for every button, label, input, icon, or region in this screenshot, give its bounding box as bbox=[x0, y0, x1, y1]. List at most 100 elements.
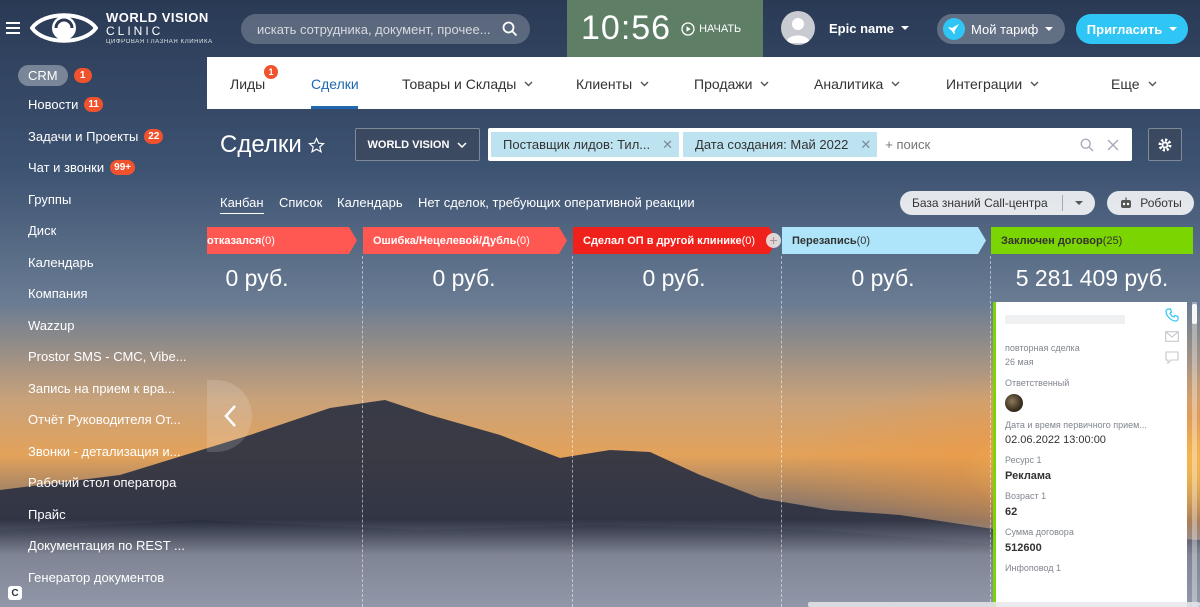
column-divider bbox=[781, 256, 782, 607]
clear-icon[interactable] bbox=[1106, 138, 1120, 152]
my-tariff-button[interactable]: Мой тариф bbox=[937, 14, 1065, 44]
sidebar-item[interactable]: Диск bbox=[28, 223, 56, 238]
eye-logo-icon bbox=[30, 13, 98, 43]
leads-counter-badge: 1 bbox=[264, 65, 278, 79]
stage-title: Ошибка/Нецелевой/Дубль bbox=[373, 234, 517, 247]
stage-header[interactable]: Заключен договор (25) bbox=[1001, 227, 1189, 254]
stage-header[interactable]: Перезапись (0) bbox=[792, 227, 980, 254]
filter-bar[interactable]: Поставщик лидов: Тил... ✕ Дата создания:… bbox=[488, 128, 1132, 161]
menu-icon[interactable] bbox=[6, 22, 20, 34]
sidebar-item[interactable]: Новости 11 bbox=[28, 97, 103, 112]
logo-line3: ЦИФРОВАЯ ГЛАЗНАЯ КЛИНИКА bbox=[106, 39, 213, 45]
category-label: WORLD VISION bbox=[367, 138, 450, 151]
stage-count: (25) bbox=[1102, 234, 1123, 247]
star-icon[interactable] bbox=[307, 136, 325, 154]
play-icon bbox=[681, 21, 695, 36]
user-menu[interactable]: Epic name bbox=[781, 11, 910, 45]
filter-search-input[interactable] bbox=[885, 137, 1080, 152]
time-tracker[interactable]: 10:56 НАЧАТЬ bbox=[567, 0, 763, 57]
sidebar-item[interactable]: Документация по REST ... bbox=[28, 538, 185, 553]
sidebar-item-label: Календарь bbox=[28, 254, 94, 270]
filter-chip[interactable]: Дата создания: Май 2022 ✕ bbox=[683, 132, 878, 157]
view-calendar[interactable]: Календарь bbox=[337, 195, 403, 210]
sidebar-item-crm[interactable]: CRM 1 bbox=[18, 65, 92, 86]
search-icon[interactable] bbox=[1080, 137, 1094, 152]
stage-count: (0) bbox=[741, 234, 756, 247]
stage-header[interactable]: Сделал ОП в другой клинике (0) bbox=[583, 227, 771, 254]
category-select-button[interactable]: WORLD VISION bbox=[355, 128, 480, 161]
chevron-down-icon[interactable] bbox=[901, 26, 910, 30]
settings-button[interactable] bbox=[1148, 128, 1182, 161]
sidebar-item[interactable]: Prostor SMS - СМС, Vibe... bbox=[28, 349, 187, 364]
knowledge-base-button[interactable]: База знаний Call-центра bbox=[900, 191, 1095, 215]
invite-label: Пригласить bbox=[1086, 21, 1163, 37]
page-title: Сделки bbox=[220, 131, 325, 159]
sidebar-item[interactable]: Прайс bbox=[28, 507, 66, 522]
active-view-indicator bbox=[220, 213, 264, 214]
sidebar-item[interactable]: Календарь bbox=[28, 255, 94, 270]
robots-button[interactable]: Роботы bbox=[1107, 191, 1194, 215]
start-workday-button[interactable]: НАЧАТЬ bbox=[681, 21, 741, 36]
user-avatar[interactable] bbox=[781, 11, 815, 45]
robot-icon bbox=[1121, 197, 1132, 208]
filter-chip[interactable]: Поставщик лидов: Тил... ✕ bbox=[491, 132, 680, 157]
deal-subtitle: повторная сделка bbox=[1005, 343, 1080, 353]
scroll-left-button[interactable] bbox=[207, 380, 252, 452]
sidebar-item[interactable]: Задачи и Проекты 22 bbox=[28, 128, 164, 144]
tab-leads[interactable]: Лиды bbox=[230, 76, 265, 92]
tab-more[interactable]: Еще bbox=[1111, 76, 1157, 92]
card-scrollbar[interactable] bbox=[1192, 302, 1197, 607]
logo-line1: WORLD VISION bbox=[106, 10, 209, 25]
chevron-down-icon[interactable] bbox=[1063, 201, 1095, 205]
no-urgent-deals-filter[interactable]: Нет сделок, требующих оперативной реакци… bbox=[418, 195, 695, 210]
tab-integrations[interactable]: Интеграции bbox=[946, 76, 1039, 92]
search-input[interactable] bbox=[257, 21, 502, 37]
chat-icon[interactable] bbox=[1165, 351, 1179, 364]
sidebar-item[interactable]: Запись на прием к вра... bbox=[28, 381, 175, 396]
mail-icon[interactable] bbox=[1165, 331, 1179, 342]
column-divider bbox=[572, 256, 573, 607]
sidebar-item[interactable]: Компания bbox=[28, 286, 88, 301]
stage-header[interactable]: отказался (0) bbox=[207, 227, 341, 254]
field-value: 512600 bbox=[1005, 542, 1042, 554]
top-bar: WORLD VISION CLINIC ЦИФРОВАЯ ГЛАЗНАЯ КЛИ… bbox=[0, 0, 1200, 57]
deal-title[interactable] bbox=[1005, 315, 1125, 324]
counter-badge: 99+ bbox=[110, 160, 136, 175]
stage-total-sum: 0 руб. bbox=[642, 265, 706, 291]
tab-clients[interactable]: Клиенты bbox=[576, 76, 649, 92]
sidebar-item[interactable]: Генератор документов bbox=[28, 570, 164, 585]
stage-count: (0) bbox=[261, 234, 275, 247]
sidebar-item[interactable]: Звонки - детализация и... bbox=[28, 444, 180, 459]
tab-label: Еще bbox=[1111, 76, 1140, 92]
horizontal-scrollbar[interactable] bbox=[808, 602, 1200, 607]
counter-badge: 22 bbox=[144, 128, 164, 144]
tab-sales[interactable]: Продажи bbox=[694, 76, 769, 92]
close-icon[interactable]: ✕ bbox=[860, 137, 871, 153]
sidebar-item[interactable]: Рабочий стол оператора bbox=[28, 475, 176, 490]
close-icon[interactable]: ✕ bbox=[662, 137, 673, 153]
view-list[interactable]: Список bbox=[279, 195, 322, 210]
add-stage-icon[interactable]: + bbox=[766, 233, 781, 248]
sidebar-item[interactable]: Чат и звонки 99+ bbox=[28, 160, 136, 175]
tab-goods[interactable]: Товары и Склады bbox=[402, 76, 533, 92]
view-kanban[interactable]: Канбан bbox=[220, 195, 264, 210]
tab-deals[interactable]: Сделки bbox=[311, 76, 359, 92]
sidebar-item-label: Задачи и Проекты bbox=[28, 128, 139, 144]
global-search[interactable] bbox=[241, 14, 530, 44]
bitrix-c-icon[interactable]: C bbox=[8, 586, 22, 600]
tab-analytics[interactable]: Аналитика bbox=[814, 76, 900, 92]
invite-button[interactable]: Пригласить bbox=[1076, 14, 1188, 44]
user-name[interactable]: Epic name bbox=[829, 21, 894, 36]
phone-icon[interactable] bbox=[1165, 308, 1179, 322]
responsible-avatar[interactable] bbox=[1005, 394, 1023, 412]
company-logo[interactable]: WORLD VISION CLINIC ЦИФРОВАЯ ГЛАЗНАЯ КЛИ… bbox=[30, 6, 213, 50]
card-actions bbox=[1165, 308, 1179, 373]
stage-total-sum: 5 281 409 руб. bbox=[1015, 265, 1169, 291]
sidebar-item[interactable]: Группы bbox=[28, 192, 71, 207]
sidebar-item[interactable]: Wazzup bbox=[28, 318, 74, 333]
search-icon[interactable] bbox=[502, 21, 518, 37]
stage-header[interactable]: Ошибка/Нецелевой/Дубль (0) bbox=[373, 227, 561, 254]
deal-card[interactable]: повторная сделка 26 мая Ответственный Да… bbox=[993, 302, 1187, 607]
field-value: 02.06.2022 13:00:00 bbox=[1005, 434, 1106, 446]
sidebar-item[interactable]: Отчёт Руководителя От... bbox=[28, 412, 181, 427]
